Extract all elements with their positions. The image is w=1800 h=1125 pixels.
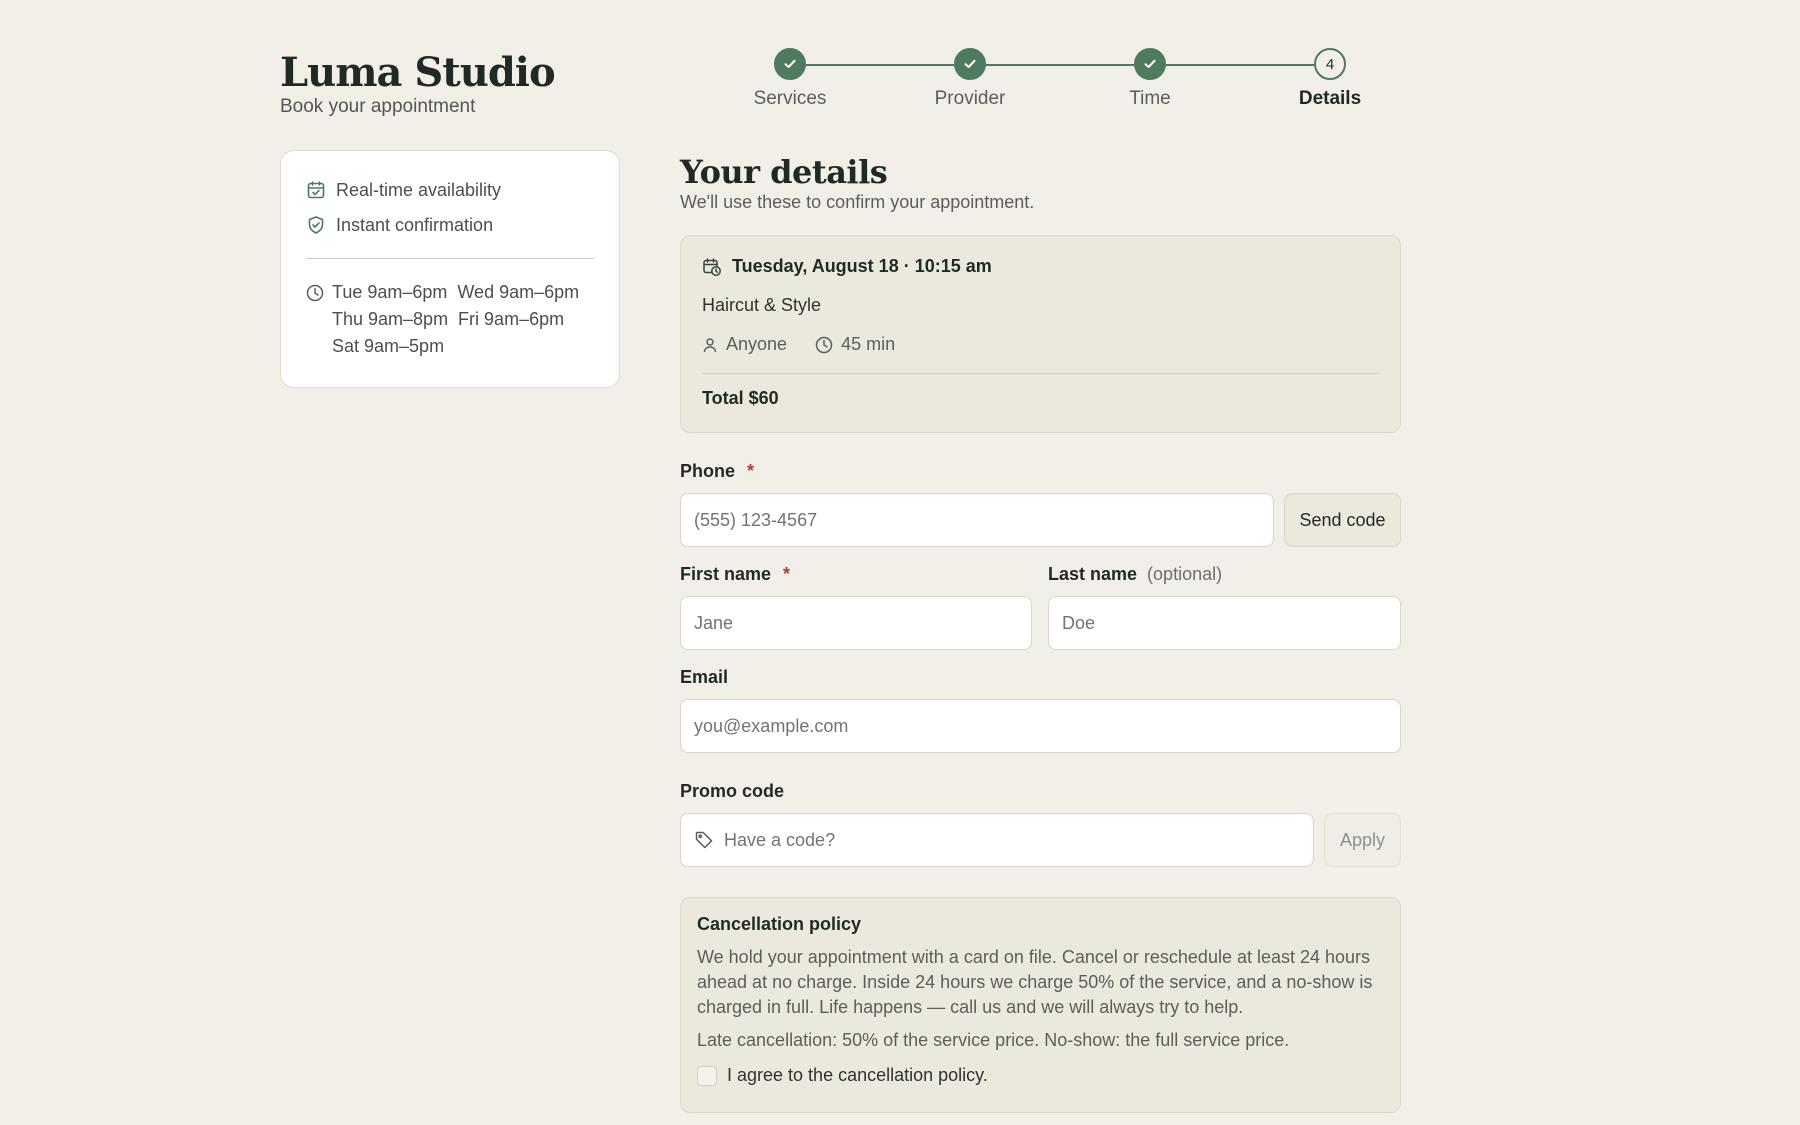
summary-service: Haircut & Style [702,295,822,315]
last-name-placeholder: Doe [1062,612,1096,633]
agree-label: I agree to the cancellation policy. [727,1065,988,1085]
page-title: Your details [680,153,888,191]
summary-meta: Anyone 45 min [702,334,1379,355]
check-icon [954,48,986,80]
feature-realtime: Real-time availability [306,175,594,205]
divider [306,258,594,259]
first-name-group: First name * Jane [680,564,1032,650]
promo-group: Promo code Have a code? Apply [680,781,1401,867]
divider [702,373,1379,374]
step-services[interactable]: Services [700,48,880,110]
promo-label: Promo code [680,781,785,801]
email-placeholder: you@example.com [694,715,849,736]
hours-line: Tue 9am–6pm Wed 9am–6pm [332,282,580,302]
phone-input[interactable]: (555) 123-4567 [680,493,1274,547]
clock-icon [815,336,833,353]
policy-note: Late cancellation: 50% of the service pr… [697,1030,1290,1050]
email-input[interactable]: you@example.com [680,699,1401,753]
step-provider[interactable]: Provider [880,48,1060,110]
appointment-summary: Tuesday, August 18 · 10:15 am Haircut & … [680,235,1401,433]
details-form-section: Your details We'll use these to confirm … [680,150,1401,1113]
summary-duration: 45 min [841,334,896,354]
phone-group: Phone * (555) 123-4567 Send code [680,461,1401,547]
opening-hours: Tue 9am–6pm Wed 9am–6pm Thu 9am–8pm Fri … [306,279,594,360]
step-label: Services [753,88,827,109]
clock-icon [306,284,324,302]
last-name-group: Last name (optional) Doe [1048,564,1401,650]
send-code-button[interactable]: Send code [1284,493,1401,547]
summary-datetime-text: Tuesday, August 18 · 10:15 am [732,256,992,276]
hours-line: Thu 9am–8pm Fri 9am–6pm [332,309,565,329]
cancellation-policy: Cancellation policy We hold your appoint… [680,897,1401,1113]
last-name-label-text: Last name [1048,564,1138,584]
phone-label-text: Phone [680,461,736,481]
brand-title: Luma Studio [280,49,556,96]
step-label: Provider [934,88,1006,109]
email-label: Email [680,667,729,687]
phone-label: Phone * [680,461,1401,482]
phone-placeholder: (555) 123-4567 [694,509,818,530]
promo-input[interactable]: Have a code? [680,813,1314,867]
required-mark: * [783,564,791,584]
check-icon [1134,48,1166,80]
name-row: First name * Jane Last name (optional) D… [680,564,1401,650]
hours-line: Sat 9am–5pm [332,336,445,356]
step-details: 4 Details [1240,48,1420,110]
summary-datetime: Tuesday, August 18 · 10:15 am [702,256,1379,277]
check-icon [774,48,806,80]
summary-provider: Anyone [726,334,788,354]
first-name-placeholder: Jane [694,612,734,633]
user-icon [703,337,717,352]
last-name-label: Last name (optional) [1048,564,1401,585]
first-name-label-text: First name [680,564,772,584]
required-mark: * [747,461,755,481]
policy-title: Cancellation policy [697,914,862,934]
apply-button[interactable]: Apply [1324,813,1401,867]
page-subtitle: We'll use these to confirm your appointm… [680,192,1035,212]
calendar-clock-icon [703,257,721,276]
step-label: Details [1298,88,1362,109]
optional-mark: (optional) [1147,564,1223,584]
step-number: 4 [1314,48,1346,80]
last-name-input[interactable]: Doe [1048,596,1401,650]
calendar-check-icon [307,181,325,199]
step-time[interactable]: Time [1060,48,1240,110]
first-name-label: First name * [680,564,1032,585]
policy-text: We hold your appointment with a card on … [697,947,1373,1017]
feature-label: Instant confirmation [336,214,494,235]
summary-total: Total $60 [702,388,779,408]
promo-placeholder: Have a code? [724,829,836,850]
brand-header: Luma Studio Book your appointment [280,46,556,118]
tag-icon [695,831,713,849]
first-name-input[interactable]: Jane [680,596,1032,650]
shield-check-icon [308,216,324,234]
step-label: Time [1129,88,1171,109]
progress-stepper: Services Provider Time 4 Details [700,48,1420,118]
agree-checkbox[interactable] [697,1065,717,1086]
feature-confirmation: Instant confirmation [306,210,594,240]
info-card: Real-time availability Instant confirmat… [280,150,620,388]
feature-label: Real-time availability [336,179,502,200]
email-group: Email you@example.com [680,667,1401,753]
agree-row[interactable]: I agree to the cancellation policy. [697,1065,1384,1086]
